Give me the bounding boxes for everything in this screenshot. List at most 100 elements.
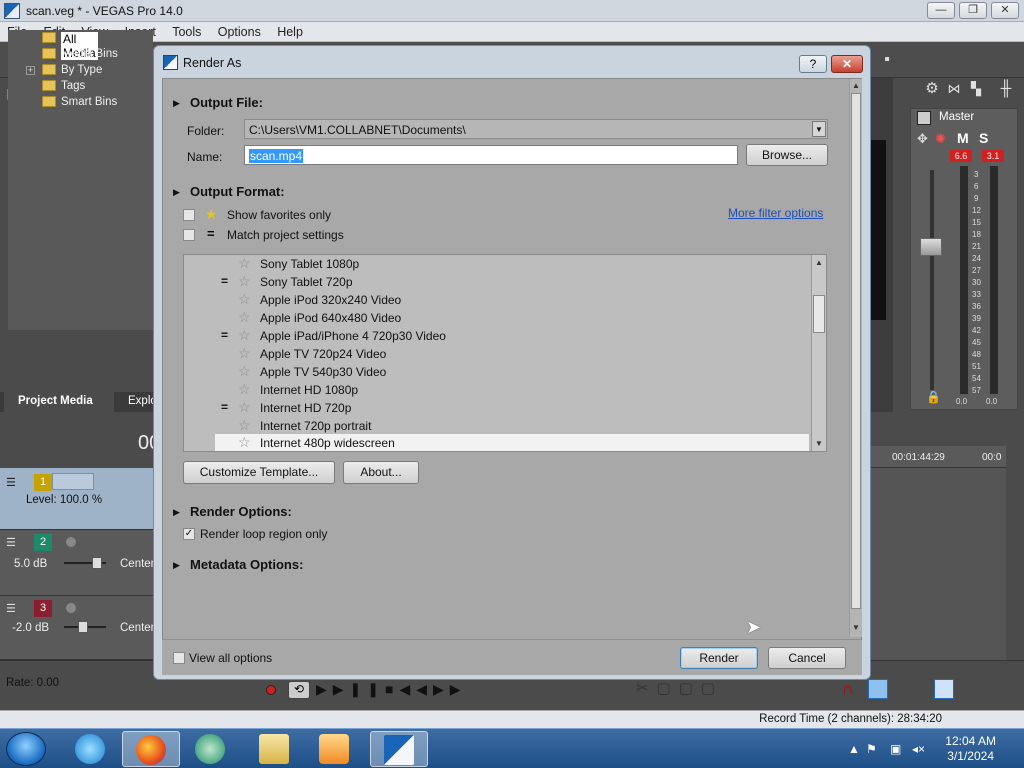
browse-button[interactable]: Browse... [746, 144, 828, 166]
about-button[interactable]: About... [343, 461, 419, 484]
template-row[interactable]: ☆ Apple TV 540p30 Video [184, 363, 812, 381]
lock-icon[interactable]: 🔒 [926, 390, 941, 404]
track-menu-icon[interactable]: ☰ [6, 602, 16, 615]
master-select-icon[interactable] [917, 111, 931, 125]
master-mute-icon[interactable]: ▚ [967, 80, 985, 98]
expand-icon[interactable]: + [26, 66, 35, 75]
scroll-down-icon[interactable]: ▼ [815, 439, 823, 448]
master-solo-button[interactable]: S [979, 130, 988, 146]
minimize-button[interactable]: — [927, 2, 955, 19]
maximize-button[interactable]: ❐ [959, 2, 987, 19]
network-icon[interactable]: ▣ [890, 742, 901, 756]
star-outline-icon[interactable]: ☆ [238, 309, 251, 326]
metadata-options-header[interactable]: Metadata Options: [190, 557, 303, 572]
star-outline-icon[interactable]: ☆ [238, 399, 251, 416]
tray-arrow-icon[interactable]: ▲ [848, 742, 860, 756]
start-button[interactable] [6, 732, 46, 766]
template-row[interactable]: = ☆ Apple iPad/iPhone 4 720p30 Video [184, 327, 812, 345]
move-icon[interactable]: ✥ [917, 131, 928, 147]
dropdown-arrow-icon[interactable]: ▼ [812, 121, 826, 137]
record-arm-icon[interactable] [66, 537, 76, 547]
timeline-ruler[interactable]: 00:01:44:29 00:0 [870, 446, 1006, 468]
template-list[interactable]: ☆ Sony Tablet 1080p = ☆ Sony Tablet 720p… [183, 254, 827, 452]
close-app-button[interactable]: ✕ [991, 2, 1019, 19]
volume-slider-thumb[interactable] [92, 557, 102, 569]
render-loop-checkbox[interactable]: ✓ [183, 528, 195, 540]
folder-combobox[interactable]: C:\Users\VM1.COLLABNET\Documents\ ▼ [244, 119, 828, 139]
track-menu-icon[interactable]: ☰ [6, 536, 16, 549]
star-outline-icon[interactable]: ☆ [238, 434, 251, 451]
output-format-header[interactable]: Output Format: [190, 184, 285, 199]
match-project-label[interactable]: Match project settings [227, 228, 344, 242]
template-row-selected[interactable]: ☆ Internet 480p widescreen [215, 434, 809, 451]
render-options-header[interactable]: Render Options: [190, 504, 292, 519]
template-row[interactable]: = ☆ Sony Tablet 720p [184, 273, 812, 291]
tree-item-media-bins[interactable]: Media Bins [42, 48, 118, 64]
timeline-vertical-scrollbar[interactable] [1006, 420, 1024, 660]
tree-item-tags[interactable]: Tags [42, 80, 85, 96]
template-list-scrollbar[interactable]: ▲ ▼ [811, 255, 826, 451]
collapse-caret-icon[interactable]: ▶ [173, 98, 180, 109]
cancel-button[interactable]: Cancel [768, 647, 846, 669]
menu-help[interactable]: Help [270, 22, 309, 39]
star-outline-icon[interactable]: ☆ [238, 381, 251, 398]
star-outline-icon[interactable]: ☆ [238, 255, 251, 272]
track-2-header[interactable]: ☰ 2 5.0 dB Center [0, 530, 155, 596]
edit-tools-icon[interactable]: ✂▢▢▢ [636, 679, 723, 697]
dialog-close-button[interactable]: ✕ [831, 55, 863, 73]
show-favorites-label[interactable]: Show favorites only [227, 208, 331, 222]
star-outline-icon[interactable]: ☆ [238, 291, 251, 308]
help-button[interactable]: ? [799, 55, 827, 73]
star-outline-icon[interactable]: ☆ [238, 273, 251, 290]
show-favorites-checkbox[interactable] [183, 209, 195, 221]
view-all-options-checkbox[interactable] [173, 652, 185, 664]
loop-playback-icon[interactable]: ⟲ [288, 681, 310, 699]
dialog-scroll-thumb[interactable] [851, 93, 861, 609]
master-settings-icon[interactable]: ╫ [997, 80, 1015, 98]
template-row[interactable]: ☆ Apple iPod 320x240 Video [184, 291, 812, 309]
render-loop-label[interactable]: Render loop region only [200, 527, 327, 541]
tab-project-media[interactable]: Project Media [4, 392, 114, 412]
template-row[interactable]: ☆ Internet HD 1080p [184, 381, 812, 399]
volume-slider-thumb[interactable] [78, 621, 88, 633]
template-row[interactable]: = ☆ Internet HD 720p [184, 399, 812, 417]
template-list-scroll-thumb[interactable] [813, 295, 825, 333]
name-input[interactable]: scan.mp4 [244, 145, 738, 165]
star-outline-icon[interactable]: ☆ [238, 417, 251, 434]
playback-controls-icon[interactable]: ▶▶❚❚■◀◀▶▶ [316, 681, 467, 698]
view-all-options-label[interactable]: View all options [189, 651, 272, 665]
scroll-down-icon[interactable]: ▼ [852, 623, 860, 632]
master-fx-icon[interactable]: ⋈ [945, 80, 963, 98]
collapse-caret-icon[interactable]: ▶ [173, 187, 180, 198]
taskbar-explorer[interactable] [246, 731, 304, 767]
master-fx-chain-icon[interactable]: ✺ [935, 131, 946, 147]
star-outline-icon[interactable]: ☆ [238, 363, 251, 380]
track-1-header[interactable]: ☰ 1 Level: 100.0 % [0, 468, 153, 530]
template-row[interactable]: ☆ Apple TV 720p24 Video [184, 345, 812, 363]
menu-options[interactable]: Options [211, 22, 267, 39]
track-menu-icon[interactable]: ☰ [6, 476, 16, 489]
master-gear-icon[interactable]: ⚙ [923, 80, 941, 98]
template-row[interactable]: ☆ Apple iPod 640x480 Video [184, 309, 812, 327]
track-3-header[interactable]: ☰ 3 -2.0 dB Center [0, 596, 155, 660]
template-row[interactable]: ☆ Sony Tablet 1080p [184, 255, 812, 273]
taskbar-clock[interactable]: 12:04 AM 3/1/2024 [945, 734, 996, 764]
output-file-header[interactable]: Output File: [190, 95, 263, 110]
customize-template-button[interactable]: Customize Template... [183, 461, 335, 484]
scroll-up-icon[interactable]: ▲ [815, 258, 823, 267]
record-icon[interactable] [266, 685, 276, 695]
auto-ripple-icon[interactable] [868, 679, 888, 699]
tree-item-smart-bins[interactable]: Smart Bins [42, 96, 117, 112]
collapse-caret-icon[interactable]: ▶ [173, 507, 180, 518]
taskbar-media[interactable] [306, 731, 364, 767]
menu-tools[interactable]: Tools [165, 22, 207, 39]
star-outline-icon[interactable]: ☆ [238, 345, 251, 362]
template-row[interactable]: ☆ Internet 720p portrait [184, 417, 812, 435]
tab-explorer[interactable]: Explo [128, 392, 157, 412]
dialog-vertical-scrollbar[interactable]: ▲ ▼ [849, 79, 862, 637]
track-name-field[interactable] [52, 473, 94, 490]
render-button[interactable]: Render [680, 647, 758, 669]
more-filter-options-link[interactable]: More filter options [728, 206, 823, 220]
flag-icon[interactable]: ⚑ [866, 742, 877, 756]
toolbar-more-icon[interactable]: ▪ [878, 51, 896, 69]
